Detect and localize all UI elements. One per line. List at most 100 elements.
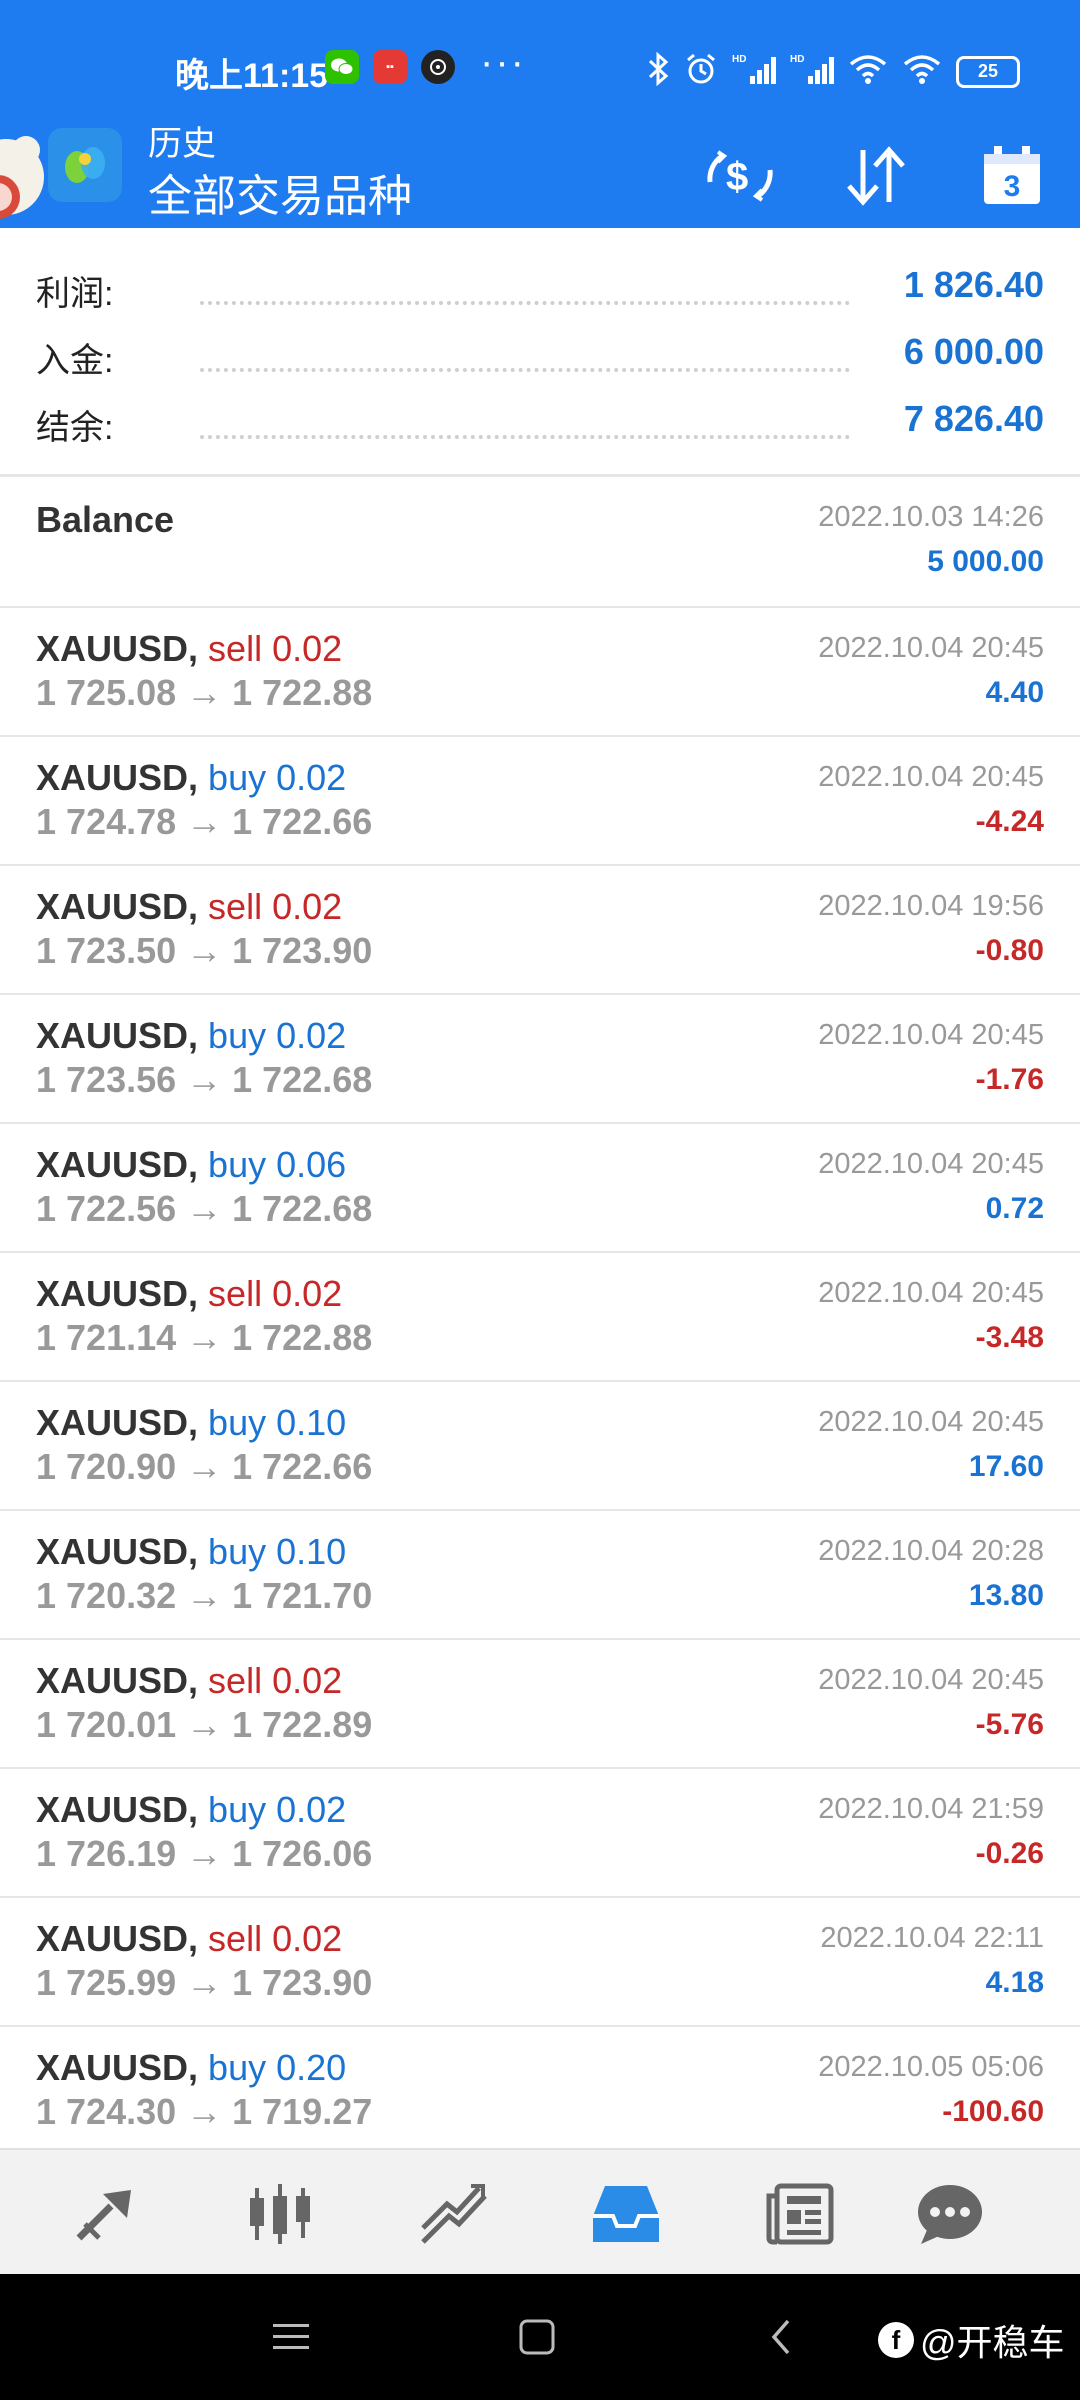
- trade-profit: 17.60: [968, 1450, 1044, 1483]
- trade-profit: 4.18: [985, 1966, 1044, 1999]
- summary-label: 利润:: [36, 275, 114, 313]
- summary-value: 6 000.00: [903, 331, 1044, 372]
- bluetooth-icon: [646, 51, 670, 91]
- trade-time: 2022.10.04 20:45: [818, 1148, 1044, 1180]
- trade-row[interactable]: XAUUSD, buy 0.20 1 724.30 → 1 719.27 2022.…: [0, 2027, 1080, 2156]
- trade-profit: -1.76: [975, 1063, 1044, 1096]
- trade-icon[interactable]: [418, 2178, 490, 2250]
- trade-prices: 1 720.90 → 1 722.66: [36, 1446, 373, 1487]
- trade-prices: 1 724.30 → 1 719.27: [36, 2091, 373, 2132]
- trade-profit: -3.48: [975, 1321, 1044, 1354]
- trade-side: buy 0.02: [208, 1015, 347, 1056]
- summary-row-deposit: 入金: 6 000.00: [0, 323, 1080, 389]
- trade-row[interactable]: XAUUSD, sell 0.02 1 721.14 → 1 722.88 2022…: [0, 1253, 1080, 1382]
- summary-row-balance: 结余: 7 826.40: [0, 390, 1080, 456]
- trade-row[interactable]: XAUUSD, sell 0.02 1 725.99 → 1 723.90 2022…: [0, 1898, 1080, 2027]
- symbol-filter[interactable]: 全部交易品种: [148, 160, 412, 224]
- trade-time: 2022.10.05 05:06: [818, 2051, 1044, 2083]
- trade-symbol: XAUUSD, buy 0.10: [36, 1531, 346, 1573]
- news-icon[interactable]: [764, 2178, 836, 2250]
- symbol-name: XAUUSD,: [36, 886, 199, 927]
- trade-symbol: XAUUSD, buy 0.02: [36, 1789, 346, 1831]
- trade-symbol: XAUUSD, buy 0.06: [36, 1144, 346, 1186]
- mascot-icon: [0, 122, 46, 232]
- status-time: 晚上11:15: [175, 57, 329, 95]
- system-navigation-bar: f @开稳车: [0, 2274, 1080, 2400]
- trade-prices: 1 725.99 → 1 723.90: [36, 1962, 373, 2003]
- top-app-bar: 晚上11:15 ▪▪ ··· HD HD 25 历史 全部交易品种 $ 3: [0, 0, 1080, 228]
- back-icon[interactable]: [756, 2312, 806, 2362]
- symbol-name: XAUUSD,: [36, 628, 199, 669]
- trade-prices: 1 724.78 → 1 722.66: [36, 801, 373, 842]
- symbol-name: XAUUSD,: [36, 1144, 199, 1185]
- trade-profit: -0.26: [975, 1837, 1044, 1870]
- trade-time: 2022.10.04 21:59: [818, 1793, 1044, 1825]
- trade-prices: 1 725.08 → 1 722.88: [36, 672, 373, 713]
- trade-time: 2022.10.04 20:45: [818, 632, 1044, 664]
- trade-row[interactable]: XAUUSD, buy 0.10 1 720.90 → 1 722.66 2022.…: [0, 1382, 1080, 1511]
- trade-symbol: XAUUSD, buy 0.20: [36, 2047, 346, 2089]
- summary-value: 1 826.40: [903, 264, 1044, 305]
- trade-prices: 1 723.56 → 1 722.68: [36, 1059, 373, 1100]
- trade-row[interactable]: XAUUSD, buy 0.02 1 724.78 → 1 722.66 2022.…: [0, 737, 1080, 866]
- trade-row[interactable]: XAUUSD, buy 0.06 1 722.56 → 1 722.68 2022.…: [0, 1124, 1080, 1253]
- history-icon[interactable]: [590, 2178, 662, 2250]
- status-indicators: HD HD 25: [646, 51, 1020, 91]
- trade-symbol: XAUUSD, sell 0.02: [36, 628, 342, 670]
- menu-icon[interactable]: [266, 2312, 316, 2362]
- trade-time: 2022.10.04 20:45: [818, 1406, 1044, 1438]
- currency-exchange-icon[interactable]: $: [700, 136, 780, 216]
- summary-value: 7 826.40: [903, 398, 1044, 439]
- summary-label: 结余:: [36, 409, 114, 447]
- chat-icon[interactable]: [914, 2178, 986, 2250]
- trade-side: buy 0.02: [208, 757, 347, 798]
- trade-side: sell 0.02: [208, 886, 343, 927]
- signal-icon: HD: [732, 52, 776, 91]
- symbol-name: XAUUSD,: [36, 1789, 199, 1830]
- trade-prices: 1 720.32 → 1 721.70: [36, 1575, 373, 1616]
- chart-icon[interactable]: [244, 2178, 316, 2250]
- watermark: f @开稳车: [878, 2314, 1065, 2366]
- dotted-leader: [200, 435, 850, 439]
- trade-time: 2022.10.04 20:45: [818, 761, 1044, 793]
- trade-profit: -0.80: [975, 934, 1044, 967]
- trade-row[interactable]: XAUUSD, sell 0.02 1 725.08 → 1 722.88 2022…: [0, 608, 1080, 737]
- balance-row[interactable]: Balance 2022.10.03 14:26 5 000.00: [0, 477, 1080, 606]
- trade-time: 2022.10.04 19:56: [818, 890, 1044, 922]
- trade-time: 2022.10.04 20:45: [818, 1664, 1044, 1696]
- trade-symbol: XAUUSD, buy 0.02: [36, 1015, 346, 1057]
- trade-side: sell 0.02: [208, 628, 343, 669]
- trade-symbol: XAUUSD, sell 0.02: [36, 1660, 342, 1702]
- trade-row[interactable]: XAUUSD, buy 0.02 1 723.56 → 1 722.68 2022.…: [0, 995, 1080, 1124]
- trade-symbol: XAUUSD, buy 0.02: [36, 757, 346, 799]
- wifi-icon: [902, 52, 942, 91]
- trade-prices: 1 723.50 → 1 723.90: [36, 930, 373, 971]
- trade-row[interactable]: XAUUSD, sell 0.02 1 723.50 → 1 723.90 2022…: [0, 866, 1080, 995]
- trade-time: 2022.10.04 20:28: [818, 1535, 1044, 1567]
- trade-prices: 1 720.01 → 1 722.89: [36, 1704, 373, 1745]
- watermark-text: @开稳车: [920, 2322, 1065, 2363]
- symbol-name: XAUUSD,: [36, 2047, 199, 2088]
- trade-row[interactable]: XAUUSD, sell 0.02 1 720.01 → 1 722.89 2022…: [0, 1640, 1080, 1769]
- trade-side: buy 0.10: [208, 1531, 347, 1572]
- sort-icon[interactable]: [836, 136, 916, 216]
- symbol-name: XAUUSD,: [36, 1402, 199, 1443]
- trade-profit: -5.76: [975, 1708, 1044, 1741]
- wechat-icon: [325, 50, 359, 84]
- quotes-icon[interactable]: [70, 2178, 142, 2250]
- status-app-icons: ▪▪: [325, 50, 455, 84]
- balance-amount: 5 000.00: [927, 545, 1044, 578]
- trade-row[interactable]: XAUUSD, buy 0.10 1 720.32 → 1 721.70 2022.…: [0, 1511, 1080, 1640]
- page-title: 历史: [148, 125, 216, 163]
- trade-prices: 1 721.14 → 1 722.88: [36, 1317, 373, 1358]
- svg-text:HD: HD: [732, 54, 746, 65]
- status-bar: 晚上11:15 ▪▪ ··· HD HD 25: [0, 0, 1080, 110]
- trade-side: sell 0.02: [208, 1273, 343, 1314]
- metatrader-logo-icon: [48, 128, 122, 202]
- trade-row[interactable]: XAUUSD, buy 0.02 1 726.19 → 1 726.06 2022.…: [0, 1769, 1080, 1898]
- trade-profit: 4.40: [985, 676, 1044, 709]
- home-icon[interactable]: [512, 2312, 562, 2362]
- calendar-icon[interactable]: 3: [972, 136, 1052, 216]
- svg-text:HD: HD: [790, 54, 804, 65]
- balance-time: 2022.10.03 14:26: [818, 501, 1044, 533]
